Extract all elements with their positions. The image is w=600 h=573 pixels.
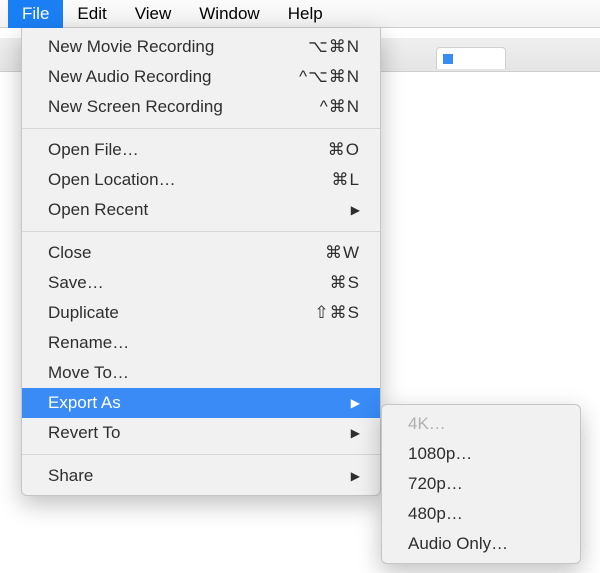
- menu-item-label: Move To…: [48, 363, 129, 383]
- menu-item-shortcut: ^⌥⌘N: [299, 67, 360, 87]
- menu-item-label: New Movie Recording: [48, 37, 214, 57]
- submenu-item-audio-only[interactable]: Audio Only…: [382, 529, 580, 559]
- menu-item-move-to[interactable]: Move To…: [22, 358, 380, 388]
- menu-item-shortcut: ⌘W: [325, 243, 360, 263]
- submenu-item-label: 1080p…: [408, 444, 472, 464]
- menu-item-share[interactable]: Share ▶: [22, 461, 380, 491]
- menu-item-new-movie-recording[interactable]: New Movie Recording ⌥⌘N: [22, 32, 380, 62]
- menu-item-close[interactable]: Close ⌘W: [22, 238, 380, 268]
- menu-item-rename[interactable]: Rename…: [22, 328, 380, 358]
- menu-item-label: Export As: [48, 393, 121, 413]
- menu-item-shortcut: ⌥⌘N: [308, 37, 360, 57]
- menu-item-open-file[interactable]: Open File… ⌘O: [22, 135, 380, 165]
- menu-item-save[interactable]: Save… ⌘S: [22, 268, 380, 298]
- menu-item-label: Open File…: [48, 140, 139, 160]
- submenu-item-720p[interactable]: 720p…: [382, 469, 580, 499]
- file-menu-dropdown: New Movie Recording ⌥⌘N New Audio Recordin…: [21, 28, 381, 496]
- export-as-submenu: 4K… 1080p… 720p… 480p… Audio Only…: [381, 404, 581, 564]
- submenu-item-480p[interactable]: 480p…: [382, 499, 580, 529]
- menu-item-shortcut: ^⌘N: [320, 97, 360, 117]
- menu-item-label: Duplicate: [48, 303, 119, 323]
- menu-item-export-as[interactable]: Export As ▶: [22, 388, 380, 418]
- submenu-item-label: Audio Only…: [408, 534, 508, 554]
- menubar-item-file[interactable]: File: [8, 0, 63, 28]
- menu-separator: [22, 454, 380, 455]
- menu-separator: [22, 231, 380, 232]
- menu-item-label: Save…: [48, 273, 104, 293]
- menu-item-shortcut: ⌘O: [328, 140, 360, 160]
- menu-separator: [22, 128, 380, 129]
- menu-item-shortcut: ⇧⌘S: [314, 303, 360, 323]
- menubar: FileEditViewWindowHelp: [0, 0, 600, 28]
- menu-item-shortcut: ⌘L: [332, 170, 360, 190]
- menu-item-label: New Audio Recording: [48, 67, 211, 87]
- menu-item-label: Share: [48, 466, 93, 486]
- menu-item-shortcut: ⌘S: [330, 273, 360, 293]
- menubar-item-help[interactable]: Help: [274, 0, 337, 28]
- menu-item-revert-to[interactable]: Revert To ▶: [22, 418, 380, 448]
- submenu-item-label: 480p…: [408, 504, 463, 524]
- chevron-right-icon: ▶: [351, 396, 360, 410]
- submenu-item-4k: 4K…: [382, 409, 580, 439]
- menu-item-open-location[interactable]: Open Location… ⌘L: [22, 165, 380, 195]
- submenu-item-label: 4K…: [408, 414, 446, 434]
- menu-item-label: Close: [48, 243, 91, 263]
- background-tab: [436, 47, 506, 69]
- menubar-item-edit[interactable]: Edit: [63, 0, 120, 28]
- menubar-item-window[interactable]: Window: [185, 0, 273, 28]
- chevron-right-icon: ▶: [351, 426, 360, 440]
- menu-item-label: Revert To: [48, 423, 120, 443]
- menu-item-label: New Screen Recording: [48, 97, 223, 117]
- menu-item-new-screen-recording[interactable]: New Screen Recording ^⌘N: [22, 92, 380, 122]
- menu-item-duplicate[interactable]: Duplicate ⇧⌘S: [22, 298, 380, 328]
- submenu-item-1080p[interactable]: 1080p…: [382, 439, 580, 469]
- submenu-item-label: 720p…: [408, 474, 463, 494]
- menubar-item-view[interactable]: View: [121, 0, 186, 28]
- menu-item-open-recent[interactable]: Open Recent ▶: [22, 195, 380, 225]
- menu-item-label: Open Location…: [48, 170, 176, 190]
- chevron-right-icon: ▶: [351, 469, 360, 483]
- chevron-right-icon: ▶: [351, 203, 360, 217]
- menu-item-new-audio-recording[interactable]: New Audio Recording ^⌥⌘N: [22, 62, 380, 92]
- menu-item-label: Open Recent: [48, 200, 148, 220]
- menu-item-label: Rename…: [48, 333, 129, 353]
